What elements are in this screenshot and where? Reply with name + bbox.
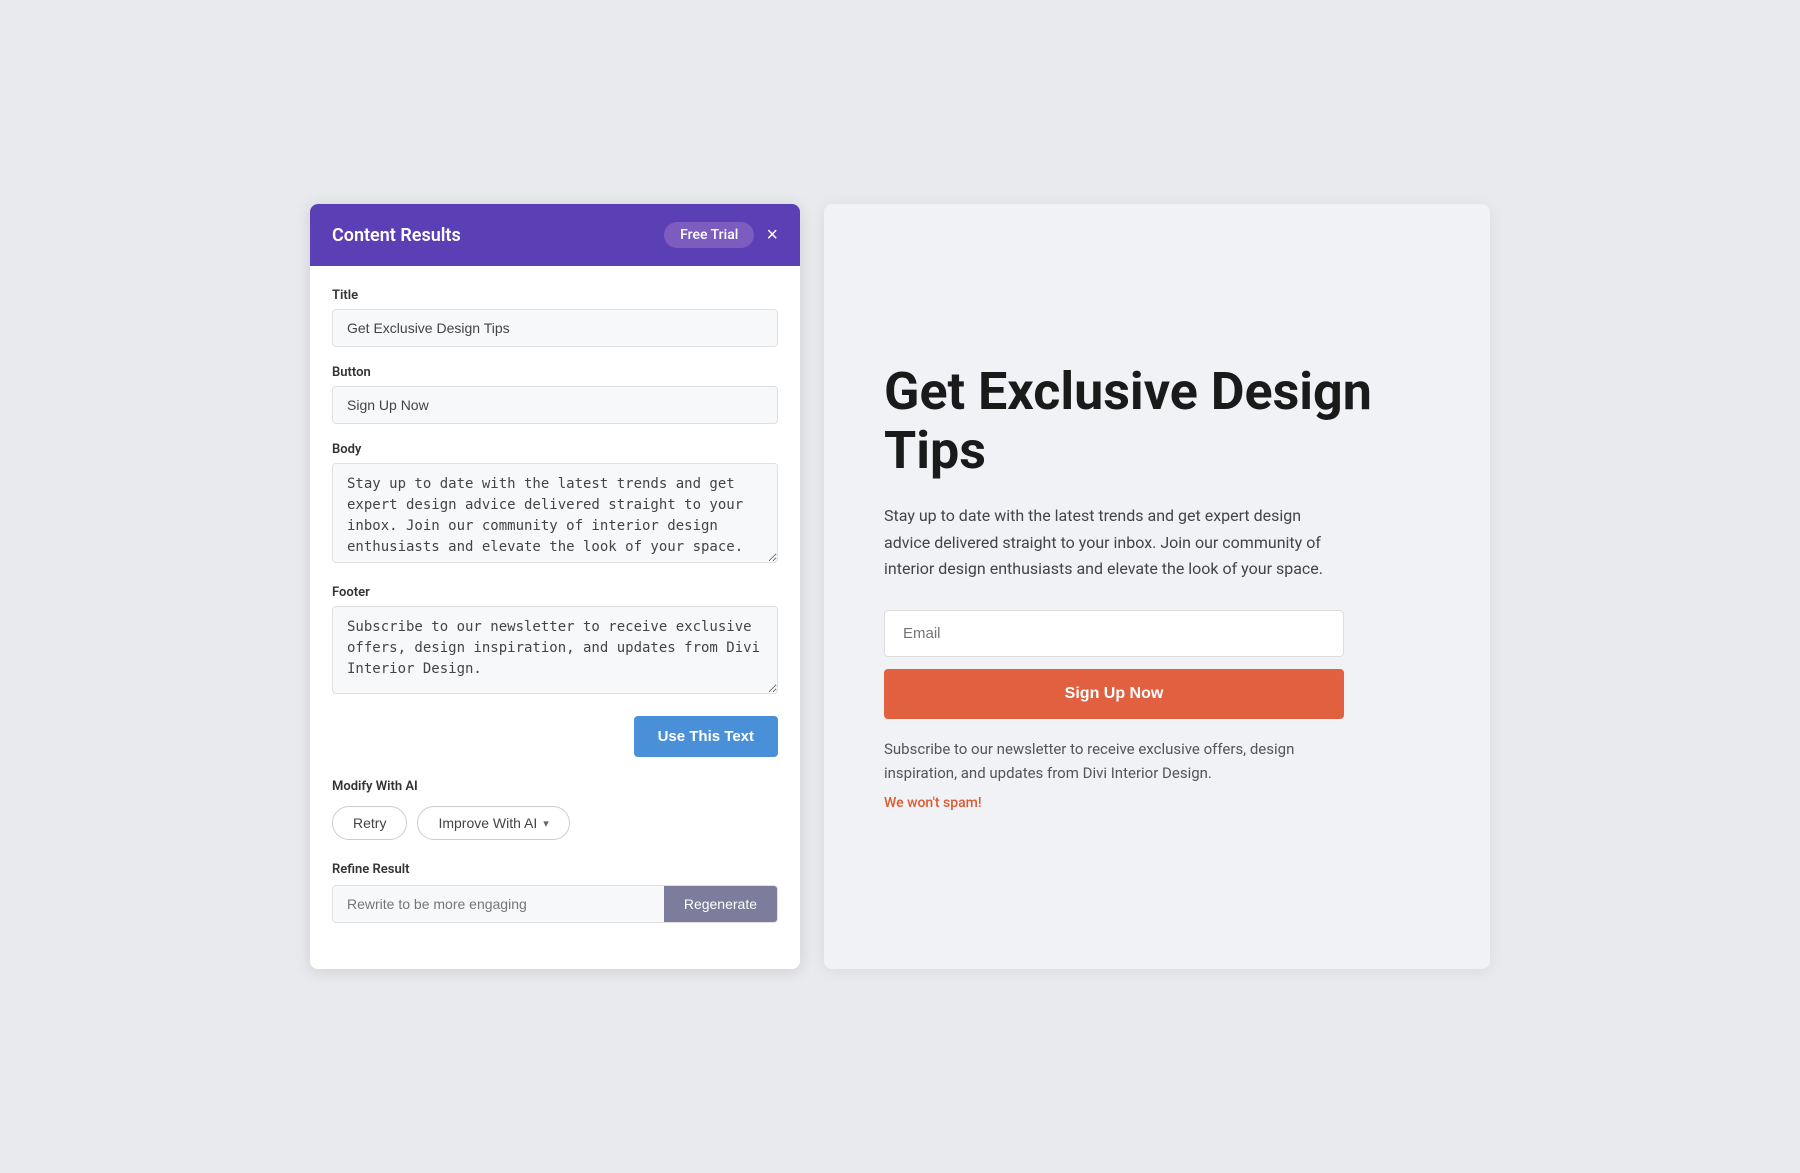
improve-with-ai-button[interactable]: Improve With AI ▾ [417,806,569,840]
refine-input[interactable] [333,886,664,922]
title-field-group: Title [332,288,778,347]
email-input[interactable] [884,610,1344,657]
right-panel: Get Exclusive Design Tips Stay up to dat… [824,204,1490,969]
chevron-down-icon: ▾ [543,817,549,830]
panel-title: Content Results [332,225,461,246]
improve-label: Improve With AI [438,815,537,831]
modify-buttons: Retry Improve With AI ▾ [332,806,778,840]
use-text-row: Use This Text [332,716,778,757]
preview-title: Get Exclusive Design Tips [884,362,1430,482]
modify-section: Modify With AI Retry Improve With AI ▾ [332,779,778,840]
body-label: Body [332,442,778,457]
close-button[interactable]: × [766,225,778,245]
button-field-group: Button [332,365,778,424]
left-panel: Content Results Free Trial × Title Butto… [310,204,800,969]
free-trial-badge[interactable]: Free Trial [664,222,754,248]
title-label: Title [332,288,778,303]
modify-label: Modify With AI [332,779,778,794]
refine-row: Regenerate [332,885,778,923]
body-textarea[interactable]: Stay up to date with the latest trends a… [332,463,778,563]
refine-section: Refine Result Regenerate [332,862,778,923]
preview-body: Stay up to date with the latest trends a… [884,503,1344,582]
retry-button[interactable]: Retry [332,806,407,840]
title-input[interactable] [332,309,778,347]
panel-header: Content Results Free Trial × [310,204,800,266]
footer-field-group: Footer Subscribe to our newsletter to re… [332,585,778,698]
footer-textarea[interactable]: Subscribe to our newsletter to receive e… [332,606,778,694]
panel-body: Title Button Body Stay up to date with t… [310,266,800,969]
preview-footer: Subscribe to our newsletter to receive e… [884,737,1344,785]
button-input[interactable] [332,386,778,424]
button-label: Button [332,365,778,380]
body-field-group: Body Stay up to date with the latest tre… [332,442,778,567]
panel-header-right: Free Trial × [664,222,778,248]
use-text-button[interactable]: Use This Text [634,716,778,757]
regenerate-button[interactable]: Regenerate [664,886,777,922]
refine-label: Refine Result [332,862,778,877]
main-container: Content Results Free Trial × Title Butto… [310,204,1490,969]
footer-label: Footer [332,585,778,600]
signup-button[interactable]: Sign Up Now [884,669,1344,719]
retry-label: Retry [353,815,386,831]
no-spam-text: We won't spam! [884,795,1430,811]
